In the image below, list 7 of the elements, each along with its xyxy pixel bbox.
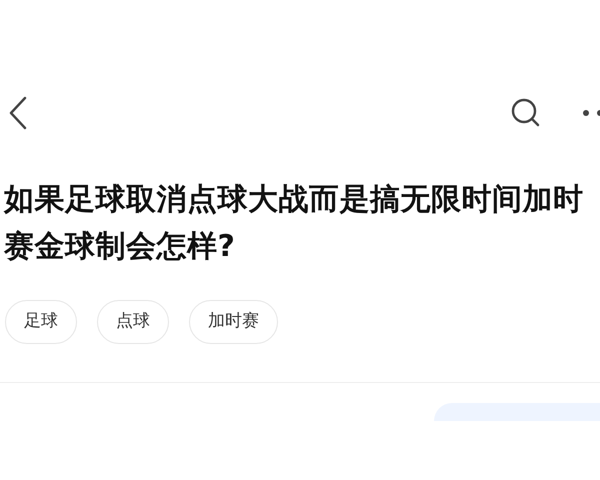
- topic-tag[interactable]: 加时赛: [189, 300, 278, 344]
- search-icon[interactable]: [510, 97, 542, 129]
- more-icon[interactable]: [582, 109, 600, 117]
- question-title: 如果足球取消点球大战而是搞无限时间加时赛金球制会怎样?: [2, 181, 584, 266]
- topic-tag[interactable]: 点球: [97, 300, 169, 344]
- back-icon[interactable]: [8, 96, 28, 130]
- topic-tag[interactable]: 足球: [5, 300, 77, 344]
